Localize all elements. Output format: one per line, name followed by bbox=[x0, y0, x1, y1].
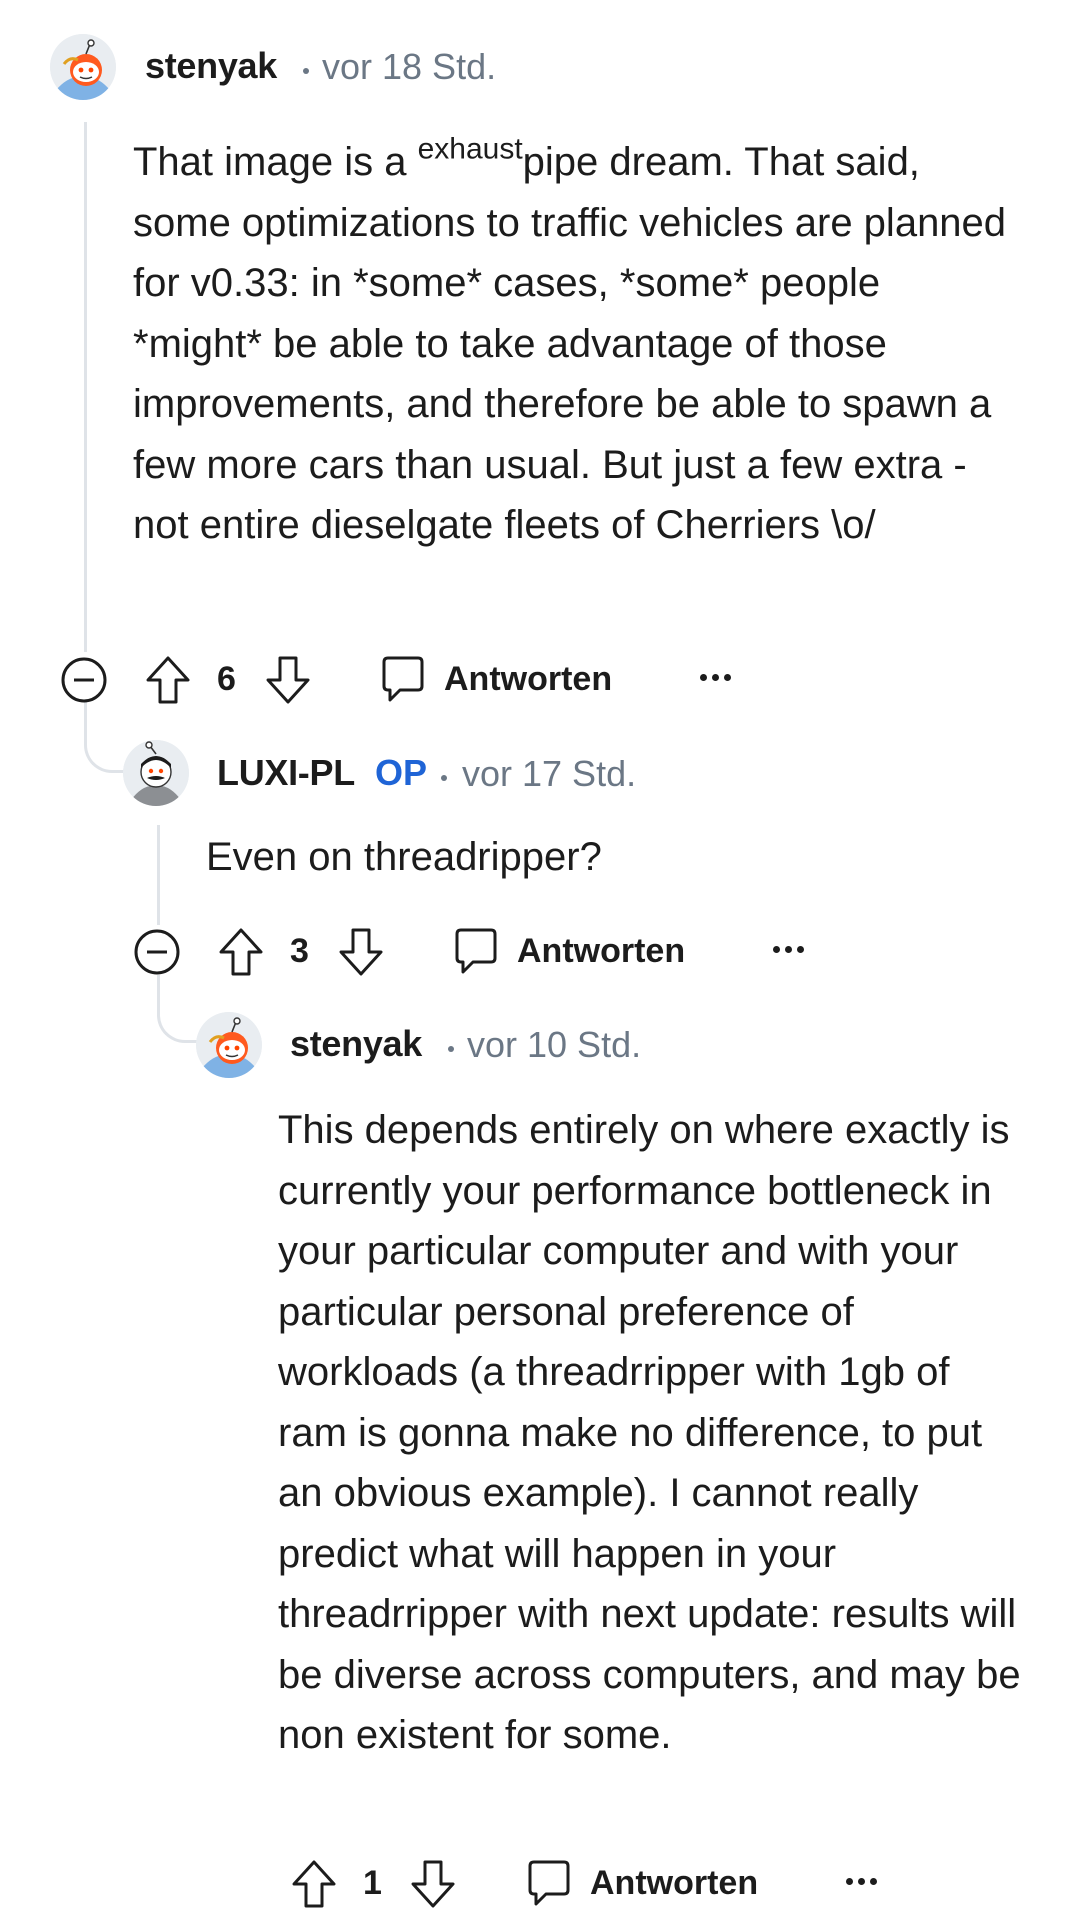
thread-connector-reply-2 bbox=[157, 975, 202, 1043]
op-badge: OP bbox=[375, 752, 428, 793]
more-options-icon[interactable] bbox=[700, 674, 736, 684]
collapse-icon[interactable] bbox=[60, 656, 108, 704]
avatar-luxi-pl[interactable] bbox=[123, 740, 189, 806]
superscript-text: exhaust bbox=[417, 132, 523, 166]
comment-body: Even on threadripper? bbox=[206, 835, 602, 879]
reply-button[interactable]: Antworten bbox=[444, 660, 612, 699]
separator-dot bbox=[441, 775, 447, 781]
upvote-icon[interactable] bbox=[290, 1858, 338, 1910]
comment-timestamp: vor 10 Std. bbox=[467, 1024, 642, 1065]
thread-line-comment-2 bbox=[157, 825, 160, 925]
snoo-avatar-icon bbox=[123, 740, 189, 806]
vote-count: 1 bbox=[363, 1864, 382, 1902]
downvote-icon[interactable] bbox=[337, 926, 385, 978]
comment-author[interactable]: LUXI-PL bbox=[217, 752, 355, 794]
comment-body: This depends entirely on where exactly i… bbox=[278, 1108, 1021, 1757]
vote-count: 3 bbox=[290, 932, 309, 970]
reply-button[interactable]: Antworten bbox=[517, 932, 685, 971]
separator-dot bbox=[448, 1046, 454, 1052]
downvote-icon[interactable] bbox=[409, 1858, 457, 1910]
upvote-icon[interactable] bbox=[144, 654, 192, 706]
avatar-stenyak[interactable] bbox=[196, 1012, 262, 1078]
comment-timestamp: vor 17 Std. bbox=[462, 753, 637, 794]
more-options-icon[interactable] bbox=[773, 946, 809, 956]
vote-count: 6 bbox=[217, 660, 236, 698]
downvote-icon[interactable] bbox=[264, 654, 312, 706]
upvote-icon[interactable] bbox=[217, 926, 265, 978]
snoo-avatar-icon bbox=[196, 1012, 262, 1078]
reply-button[interactable]: Antworten bbox=[590, 1864, 758, 1903]
thread-line-comment-1 bbox=[84, 122, 87, 652]
snoo-avatar-icon bbox=[50, 34, 116, 100]
reply-icon[interactable] bbox=[378, 654, 428, 704]
comment-body: That image is a exhaustpipe dream. That … bbox=[133, 132, 1007, 547]
avatar-stenyak[interactable] bbox=[50, 34, 116, 100]
more-options-icon[interactable] bbox=[846, 1878, 882, 1888]
reply-icon[interactable] bbox=[451, 926, 501, 976]
comment-author[interactable]: stenyak bbox=[290, 1023, 422, 1065]
separator-dot bbox=[303, 68, 309, 74]
comment-timestamp: vor 18 Std. bbox=[322, 46, 497, 87]
comment-author[interactable]: stenyak bbox=[145, 45, 277, 87]
collapse-icon[interactable] bbox=[133, 928, 181, 976]
reply-icon[interactable] bbox=[524, 1858, 574, 1908]
